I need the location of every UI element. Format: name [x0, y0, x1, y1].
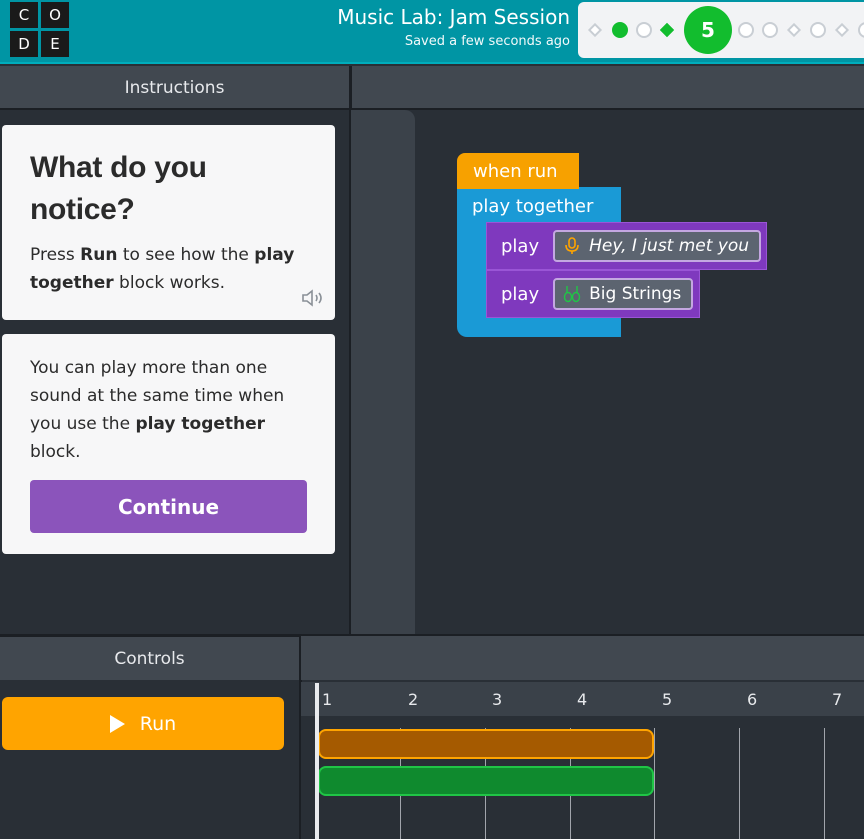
logo-letter: E: [41, 31, 69, 57]
current-level-bubble[interactable]: 5: [684, 6, 732, 54]
progress-dot[interactable]: [810, 22, 826, 38]
progress-dot[interactable]: [762, 22, 778, 38]
timeline-sound-bar[interactable]: [318, 729, 654, 759]
logo-letter: O: [41, 2, 69, 28]
play-sound-block[interactable]: play Hey, I just met you: [486, 222, 767, 270]
progress-dot-complete[interactable]: [612, 22, 628, 38]
progress-dot[interactable]: [738, 22, 754, 38]
text-bold: Run: [80, 245, 118, 265]
timeline-header: [301, 636, 864, 680]
when-run-block[interactable]: when run: [457, 153, 579, 189]
play-together-label: play together: [472, 195, 594, 217]
measure-number: 4: [577, 690, 588, 709]
text-part: block.: [30, 442, 81, 462]
lesson-title: Music Lab: Jam Session: [337, 5, 570, 29]
top-header: C O D E Music Lab: Jam Session Saved a f…: [0, 0, 864, 64]
play-sound-block[interactable]: play Big Strings: [486, 270, 700, 318]
measure-number: 5: [662, 690, 673, 709]
measure-gridline: [654, 728, 655, 839]
timeline-sound-bar[interactable]: [318, 766, 654, 796]
run-label: Run: [139, 712, 177, 735]
text-bold: play together: [135, 414, 266, 434]
text-part: block works.: [113, 273, 225, 293]
music-lab-app: C O D E Music Lab: Jam Session Saved a f…: [0, 0, 864, 839]
continue-button[interactable]: Continue: [30, 480, 307, 533]
measure-number: 1: [322, 690, 333, 709]
workspace-header: [352, 66, 864, 109]
instructions-header: Instructions: [0, 66, 349, 109]
measure-number: 7: [832, 690, 843, 709]
strings-instrument-icon: [563, 286, 581, 303]
save-status: Saved a few seconds ago: [404, 34, 570, 49]
text-part: to see how the: [117, 245, 255, 265]
measure-number: 2: [408, 690, 419, 709]
playhead[interactable]: [315, 683, 319, 839]
progress-dot[interactable]: [858, 22, 864, 38]
instruction-text: You can play more than one sound at the …: [30, 354, 307, 466]
logo-letter: C: [10, 2, 38, 28]
progress-diamond[interactable]: [834, 22, 850, 38]
play-label: play: [501, 235, 540, 257]
measure-number: 3: [492, 690, 503, 709]
run-button[interactable]: Run: [2, 697, 284, 750]
play-label: play: [501, 283, 540, 305]
sound-name: Hey, I just met you: [589, 236, 750, 256]
instruction-card: You can play more than one sound at the …: [2, 334, 335, 554]
code-logo[interactable]: C O D E: [10, 2, 72, 58]
instruction-title: What do you notice?: [30, 151, 207, 226]
block-toolbox[interactable]: [351, 110, 415, 634]
microphone-icon: [565, 237, 579, 254]
progress-diamond[interactable]: [587, 22, 603, 38]
text-part: Press: [30, 245, 81, 265]
instruction-card: What do you notice? Press Run to see how…: [2, 125, 335, 320]
lesson-title-block: Music Lab: Jam Session Saved a few secon…: [337, 4, 570, 49]
speaker-icon[interactable]: [301, 288, 325, 308]
measure-gridline: [824, 728, 825, 839]
sound-name: Big Strings: [589, 284, 682, 304]
controls-header: Controls: [0, 637, 299, 680]
play-icon: [109, 714, 125, 733]
measure-number: 6: [747, 690, 758, 709]
logo-letter: D: [10, 31, 38, 57]
progress-diamond[interactable]: [786, 22, 802, 38]
level-progress: 5: [578, 2, 864, 58]
progress-dot[interactable]: [636, 22, 652, 38]
sound-selector[interactable]: Big Strings: [553, 278, 694, 310]
measure-gridline: [739, 728, 740, 839]
sound-selector[interactable]: Hey, I just met you: [553, 230, 762, 262]
instruction-text: Press Run to see how the play together b…: [30, 241, 307, 297]
progress-diamond-complete[interactable]: [659, 22, 675, 38]
